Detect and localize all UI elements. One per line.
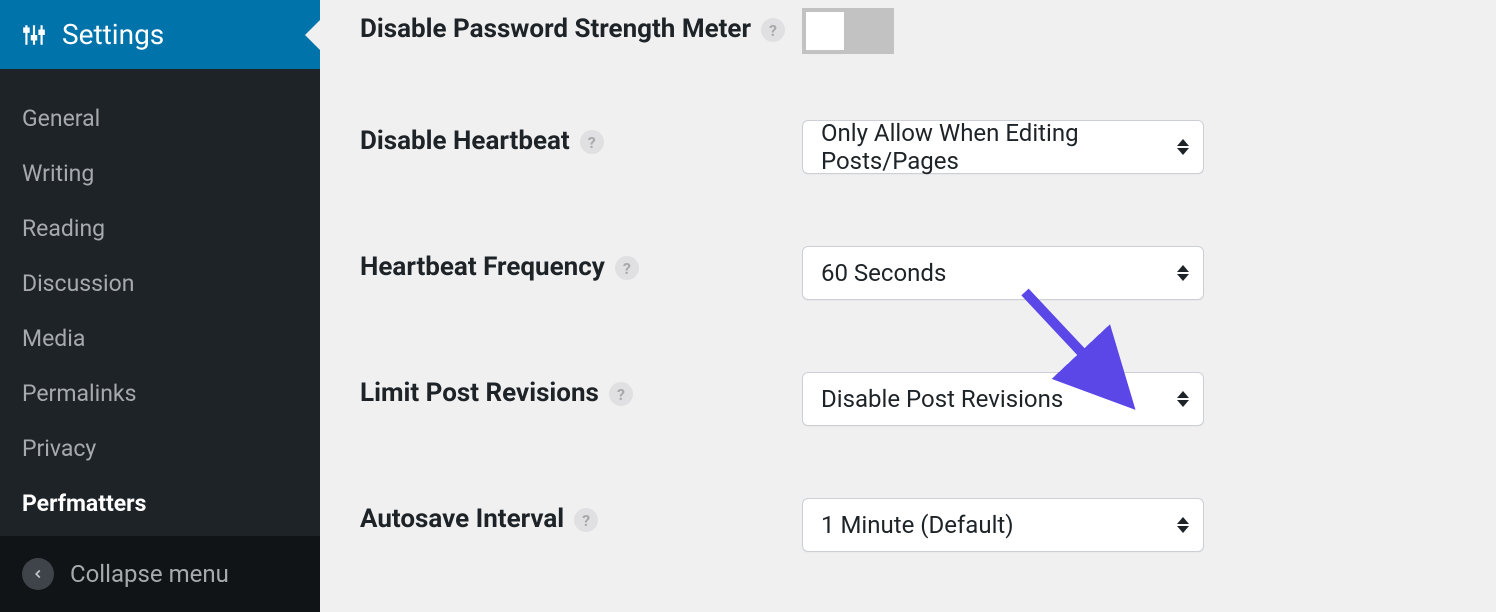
sidebar-item-label: Writing [22, 160, 94, 187]
chevron-updown-icon [1177, 391, 1189, 407]
chevron-updown-icon [1177, 517, 1189, 533]
sidebar-item-label: General [22, 105, 100, 132]
toggle-knob [806, 12, 844, 50]
select-autosave-interval[interactable]: 1 Minute (Default) [802, 498, 1204, 552]
setting-row-heartbeat-frequency: Heartbeat Frequency ? 60 Seconds [360, 246, 1456, 300]
select-value: 1 Minute (Default) [821, 511, 1014, 539]
help-icon[interactable]: ? [580, 130, 604, 154]
chevron-left-icon [22, 558, 54, 590]
setting-label: Disable Password Strength Meter [360, 12, 751, 47]
sidebar-item-label: Media [22, 325, 85, 352]
sidebar-header-label: Settings [62, 18, 164, 51]
setting-row-limit-post-revisions: Limit Post Revisions ? Disable Post Revi… [360, 372, 1456, 426]
sidebar-item-label: Privacy [22, 435, 96, 462]
sidebar-item-label: Perfmatters [22, 490, 146, 517]
sidebar: Settings General Writing Reading Discuss… [0, 0, 320, 612]
setting-label: Autosave Interval [360, 502, 564, 537]
sidebar-item-label: Discussion [22, 270, 134, 297]
setting-label: Disable Heartbeat [360, 124, 570, 159]
settings-panel: Disable Password Strength Meter ? Disabl… [320, 0, 1496, 612]
settings-sliders-icon [20, 21, 48, 49]
select-value: Only Allow When Editing Posts/Pages [821, 119, 1161, 175]
sidebar-item-label: Permalinks [22, 380, 136, 407]
sidebar-item-reading[interactable]: Reading [0, 201, 320, 256]
setting-row-disable-heartbeat: Disable Heartbeat ? Only Allow When Edit… [360, 120, 1456, 174]
select-disable-heartbeat[interactable]: Only Allow When Editing Posts/Pages [802, 120, 1204, 174]
help-icon[interactable]: ? [574, 508, 598, 532]
sidebar-menu: General Writing Reading Discussion Media… [0, 69, 320, 536]
collapse-menu-label: Collapse menu [70, 560, 229, 588]
help-icon[interactable]: ? [609, 382, 633, 406]
select-limit-post-revisions[interactable]: Disable Post Revisions [802, 372, 1204, 426]
sidebar-item-permalinks[interactable]: Permalinks [0, 366, 320, 421]
sidebar-item-privacy[interactable]: Privacy [0, 421, 320, 476]
sidebar-item-label: Reading [22, 215, 105, 242]
help-icon[interactable]: ? [761, 18, 785, 42]
sidebar-item-media[interactable]: Media [0, 311, 320, 366]
select-value: Disable Post Revisions [821, 385, 1063, 413]
sidebar-item-discussion[interactable]: Discussion [0, 256, 320, 311]
help-icon[interactable]: ? [615, 256, 639, 280]
sidebar-item-general[interactable]: General [0, 91, 320, 146]
sidebar-item-perfmatters[interactable]: Perfmatters [0, 476, 320, 531]
setting-label: Heartbeat Frequency [360, 250, 605, 285]
collapse-menu-button[interactable]: Collapse menu [0, 536, 320, 612]
setting-row-autosave-interval: Autosave Interval ? 1 Minute (Default) [360, 498, 1456, 552]
select-value: 60 Seconds [821, 259, 946, 287]
chevron-updown-icon [1177, 139, 1189, 155]
sidebar-item-writing[interactable]: Writing [0, 146, 320, 201]
toggle-disable-password-meter[interactable] [802, 8, 894, 54]
setting-row-disable-password-meter: Disable Password Strength Meter ? [360, 8, 1456, 58]
chevron-updown-icon [1177, 265, 1189, 281]
sidebar-header-settings[interactable]: Settings [0, 0, 320, 69]
select-heartbeat-frequency[interactable]: 60 Seconds [802, 246, 1204, 300]
setting-label: Limit Post Revisions [360, 376, 599, 411]
